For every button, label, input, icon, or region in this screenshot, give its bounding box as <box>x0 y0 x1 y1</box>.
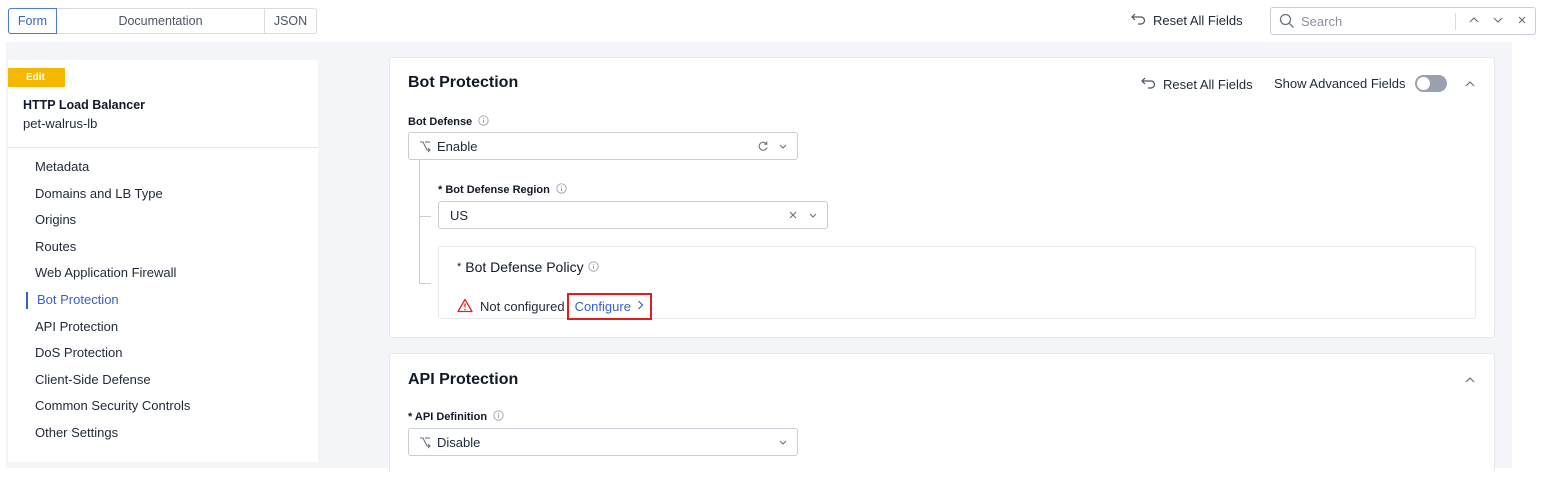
sidebar-item-client-side-defense[interactable]: Client-Side Defense <box>8 367 318 394</box>
bot-defense-select[interactable]: Enable <box>408 132 798 160</box>
branch-icon <box>418 436 432 453</box>
reset-all-fields-label: Reset All Fields <box>1153 13 1243 28</box>
view-tabs: Form Documentation JSON <box>8 8 317 34</box>
sidebar-divider <box>8 147 318 148</box>
tab-documentation[interactable]: Documentation <box>57 9 265 33</box>
not-configured-text: Not configured <box>480 299 565 314</box>
search-icon <box>1279 13 1295 32</box>
panel-reset-label: Reset All Fields <box>1163 77 1253 92</box>
bot-defense-policy-title: * Bot Defense Policy <box>457 259 599 275</box>
tab-form[interactable]: Form <box>8 8 57 34</box>
bot-defense-policy-box: * Bot Defense Policy Not configured Conf… <box>438 246 1476 320</box>
object-type: HTTP Load Balancer <box>23 98 146 112</box>
warning-icon <box>457 298 473 316</box>
bot-defense-label-text: Bot Defense <box>408 116 473 128</box>
sidebar-item-common-security-controls[interactable]: Common Security Controls <box>8 393 318 420</box>
top-bar: Form Documentation JSON Reset All Fields <box>0 0 1546 42</box>
bot-defense-region-label-text: * Bot Defense Region <box>438 184 550 196</box>
tab-json[interactable]: JSON <box>265 9 316 33</box>
bot-protection-panel: Bot Protection Reset All Fields Show Adv… <box>389 57 1495 338</box>
sidebar-item-origins[interactable]: Origins <box>8 207 318 234</box>
tree-connector-policy <box>419 283 431 284</box>
chevron-down-icon[interactable] <box>778 140 788 155</box>
tree-connector-region <box>419 216 431 217</box>
bot-protection-title: Bot Protection <box>408 74 519 91</box>
sidebar-item-api-protection[interactable]: API Protection <box>8 314 318 341</box>
search-divider <box>1455 13 1456 30</box>
refresh-icon[interactable] <box>757 140 769 155</box>
show-advanced-fields-toggle[interactable] <box>1415 75 1447 92</box>
toggle-knob <box>1417 77 1430 90</box>
branch-icon <box>418 140 432 157</box>
info-icon[interactable] <box>478 115 489 129</box>
sidebar-nav: Metadata Domains and LB Type Origins Rou… <box>8 154 318 447</box>
bot-defense-region-select[interactable]: US <box>438 201 828 229</box>
search-clear-icon[interactable] <box>1516 14 1528 29</box>
sidebar: Edit HTTP Load Balancer pet-walrus-lb Me… <box>8 60 318 462</box>
bot-defense-label: Bot Defense <box>408 115 489 129</box>
sidebar-item-routes[interactable]: Routes <box>8 234 318 261</box>
api-definition-label: * API Definition <box>408 410 504 424</box>
chevron-down-icon[interactable] <box>778 436 788 451</box>
undo-icon <box>1130 12 1146 29</box>
bot-defense-region-label: * Bot Defense Region <box>438 183 567 197</box>
chevron-down-icon[interactable] <box>808 209 818 224</box>
sidebar-item-bot-protection[interactable]: Bot Protection <box>8 287 318 314</box>
edit-badge: Edit <box>8 68 65 87</box>
info-icon[interactable] <box>556 183 567 197</box>
collapse-chevron-up-icon[interactable] <box>1464 78 1476 93</box>
bot-defense-policy-label: Bot Defense Policy <box>465 259 584 275</box>
sidebar-item-domains-and-lb-type[interactable]: Domains and LB Type <box>8 181 318 208</box>
sidebar-item-dos-protection[interactable]: DoS Protection <box>8 340 318 367</box>
api-definition-label-text: * API Definition <box>408 411 488 423</box>
api-definition-select[interactable]: Disable <box>408 428 798 456</box>
reset-all-fields-button[interactable]: Reset All Fields <box>1130 12 1243 29</box>
search-box <box>1270 7 1536 35</box>
info-icon[interactable] <box>493 410 504 424</box>
undo-icon <box>1140 76 1156 93</box>
configure-label: Configure <box>574 299 631 314</box>
bot-defense-region-value: US <box>450 208 469 223</box>
api-protection-title: API Protection <box>408 371 519 388</box>
object-name: pet-walrus-lb <box>23 116 98 131</box>
api-definition-value: Disable <box>437 435 481 450</box>
sidebar-item-other-settings[interactable]: Other Settings <box>8 420 318 447</box>
search-next-icon[interactable] <box>1492 14 1504 29</box>
search-input[interactable] <box>1301 12 1451 30</box>
bot-defense-value: Enable <box>437 139 478 154</box>
chevron-right-icon <box>637 299 644 314</box>
show-advanced-fields-label: Show Advanced Fields <box>1274 76 1406 91</box>
info-icon[interactable] <box>587 259 599 275</box>
panel-reset-all-fields-button[interactable]: Reset All Fields <box>1140 76 1253 93</box>
api-protection-panel: API Protection * API Definition Disable <box>389 353 1495 473</box>
search-previous-icon[interactable] <box>1468 14 1480 29</box>
collapse-chevron-up-icon[interactable] <box>1464 374 1476 389</box>
sidebar-item-web-application-firewall[interactable]: Web Application Firewall <box>8 260 318 287</box>
bot-defense-policy-status: Not configured Configure <box>457 293 652 320</box>
configure-link[interactable]: Configure <box>566 293 652 320</box>
sidebar-item-metadata[interactable]: Metadata <box>8 154 318 181</box>
clear-icon[interactable] <box>787 209 799 224</box>
required-marker: * <box>457 261 462 273</box>
tree-connector-vertical <box>419 160 420 284</box>
